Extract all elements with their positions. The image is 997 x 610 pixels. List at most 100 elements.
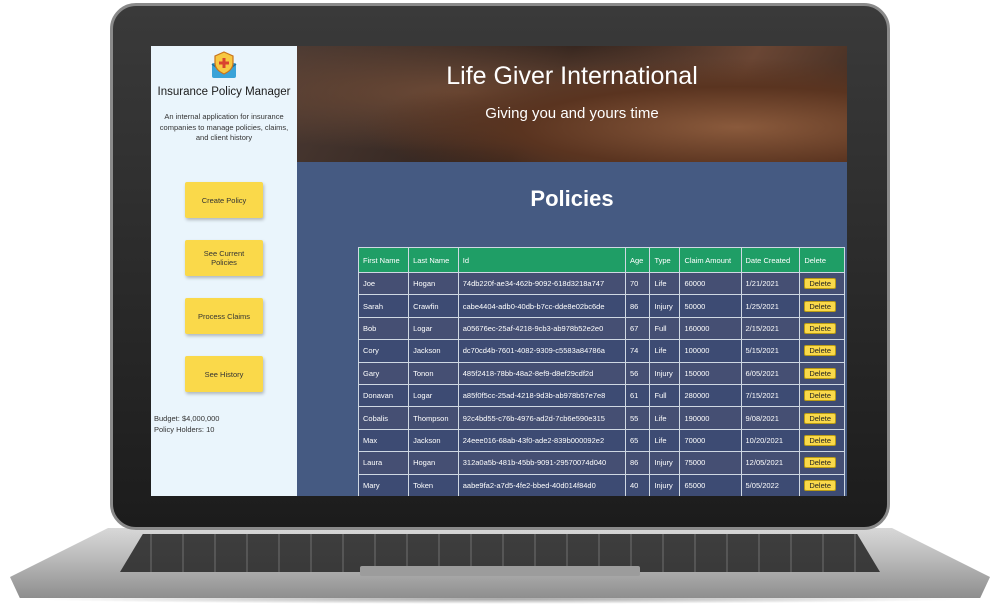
delete-button[interactable]: Delete: [804, 434, 836, 446]
age-cell: 40: [624, 473, 651, 496]
last-name-cell: Hogan: [408, 451, 459, 475]
see-current-policies-button[interactable]: See Current Policies: [185, 240, 263, 276]
table-row: Sarah Crawfin cabe4404-adb0-40db-b7cc-dde8…: [357, 294, 845, 318]
last-name-cell: Jackson: [408, 428, 459, 453]
claim-amount-cell: 280000: [679, 383, 742, 408]
date-created-cell: 1/25/2021: [740, 294, 801, 318]
delete-button[interactable]: Delete: [804, 457, 836, 469]
first-name-cell: Cobalis: [357, 406, 410, 430]
shield-mail-icon: [209, 50, 239, 80]
age-cell: 70: [624, 271, 651, 296]
delete-button[interactable]: Delete: [804, 479, 836, 491]
claim-amount-cell: 70000: [679, 428, 742, 453]
laptop-trackpad: [360, 566, 640, 576]
first-name-cell: Bob: [357, 316, 410, 341]
date-created-cell: 6/05/2021: [740, 361, 801, 385]
age-cell: 56: [624, 361, 651, 385]
column-header-id: Id: [457, 247, 626, 273]
first-name-cell: Max: [357, 428, 410, 453]
id-cell: a85f0f5cc-25ad-4218-9d3b-ab978b57e7e8: [457, 383, 626, 408]
column-header-age: Age: [624, 247, 651, 273]
last-name-cell: Hogan: [408, 271, 459, 296]
table-row: Cobalis Thompson 92c4bd55-c76b-4976-ad2d-7…: [357, 406, 845, 430]
table-row: Laura Hogan 312a0a5b-481b-45bb-9091-295700…: [357, 451, 845, 475]
age-cell: 61: [624, 383, 651, 408]
company-tagline: Giving you and yours time: [485, 105, 659, 122]
first-name-cell: Donavan: [357, 383, 410, 408]
last-name-cell: Logar: [408, 316, 459, 341]
claim-amount-cell: 50000: [679, 294, 742, 318]
sidebar-nav: Create Policy See Current Policies Proce…: [151, 182, 297, 414]
age-cell: 86: [624, 294, 651, 318]
delete-button[interactable]: Delete: [804, 345, 836, 357]
last-name-cell: Thompson: [408, 406, 459, 430]
column-header-delete: Delete: [799, 247, 845, 273]
table-row: Donavan Logar a85f0f5cc-25ad-4218-9d3b-ab9…: [357, 383, 845, 408]
age-cell: 67: [624, 316, 651, 341]
see-history-button[interactable]: See History: [185, 356, 263, 392]
claim-amount-cell: 65000: [679, 473, 742, 496]
delete-cell: Delete: [799, 361, 845, 385]
date-created-cell: 2/15/2021: [740, 316, 801, 341]
delete-button[interactable]: Delete: [804, 322, 836, 334]
table-row: Mary Token aabe9fa2-a7d5-4fe2-bbed-40d014f…: [357, 473, 845, 496]
date-created-cell: 9/08/2021: [740, 406, 801, 430]
first-name-cell: Gary: [357, 361, 410, 385]
delete-cell: Delete: [799, 271, 845, 296]
last-name-cell: Crawfin: [408, 294, 459, 318]
date-created-cell: 7/15/2021: [740, 383, 801, 408]
delete-cell: Delete: [799, 451, 845, 475]
budget-text: Budget: $4,000,000: [154, 414, 220, 423]
delete-cell: Delete: [799, 428, 845, 453]
first-name-cell: Joe: [357, 271, 410, 296]
page-title: Policies: [530, 186, 614, 211]
id-cell: 74db220f-ae34-462b-9092-618d3218a747: [457, 271, 626, 296]
delete-cell: Delete: [799, 406, 845, 430]
age-cell: 86: [624, 451, 651, 475]
column-header-first-name: First Name: [357, 247, 410, 273]
type-cell: Life: [649, 339, 681, 363]
date-created-cell: 5/05/2022: [740, 473, 801, 496]
table-row: Bob Logar a05676ec-25af-4218-9cb3-ab978b52…: [357, 316, 845, 341]
create-policy-button[interactable]: Create Policy: [185, 182, 263, 218]
delete-cell: Delete: [799, 294, 845, 318]
type-cell: Full: [649, 316, 681, 341]
id-cell: 485f2418-78bb-48a2-8ef9-d8ef29cdf2d: [457, 361, 626, 385]
delete-button[interactable]: Delete: [804, 367, 836, 379]
table-row: Cory Jackson dc70cd4b-7601-4082-9309-c5583…: [357, 339, 845, 363]
table-row: Max Jackson 24eee016-68ab-43f0-ade2-839b00…: [357, 428, 845, 453]
type-cell: Life: [649, 428, 681, 453]
table-header-row: First Name Last Name Id Age Type Claim A…: [357, 247, 845, 273]
delete-button[interactable]: Delete: [804, 300, 836, 312]
policy-holders-text: Policy Holders: 10: [154, 424, 215, 434]
column-header-claim-amount: Claim Amount: [679, 247, 742, 273]
id-cell: 312a0a5b-481b-45bb-9091-29570074d040: [457, 451, 626, 475]
sidebar: Insurance Policy Manager An internal app…: [151, 46, 297, 496]
delete-button[interactable]: Delete: [804, 278, 836, 290]
id-cell: dc70cd4b-7601-4082-9309-c5583a84786a: [457, 339, 626, 363]
hero-banner: Life Giver International Giving you and …: [297, 46, 847, 162]
date-created-cell: 12/05/2021: [740, 451, 801, 475]
claim-amount-cell: 150000: [679, 361, 742, 385]
claim-amount-cell: 75000: [679, 451, 742, 475]
id-cell: cabe4404-adb0-40db-b7cc-dde8e02bc6de: [457, 294, 626, 318]
table-row: Joe Hogan 74db220f-ae34-462b-9092-618d3218…: [357, 271, 845, 296]
process-claims-button[interactable]: Process Claims: [185, 298, 263, 334]
id-cell: 24eee016-68ab-43f0-ade2-839b000092e2: [457, 428, 626, 453]
app-description: An internal application for insurance co…: [159, 112, 289, 142]
delete-button[interactable]: Delete: [804, 412, 836, 424]
claim-amount-cell: 100000: [679, 339, 742, 363]
type-cell: Injury: [649, 451, 681, 475]
delete-button[interactable]: Delete: [804, 390, 836, 402]
last-name-cell: Token: [408, 473, 459, 496]
type-cell: Life: [649, 406, 681, 430]
type-cell: Life: [649, 271, 681, 296]
delete-cell: Delete: [799, 473, 845, 496]
last-name-cell: Logar: [408, 383, 459, 408]
date-created-cell: 1/21/2021: [740, 271, 801, 296]
first-name-cell: Laura: [357, 451, 410, 475]
first-name-cell: Cory: [357, 339, 410, 363]
first-name-cell: Mary: [357, 473, 410, 496]
age-cell: 55: [624, 406, 651, 430]
column-header-last-name: Last Name: [408, 247, 459, 273]
